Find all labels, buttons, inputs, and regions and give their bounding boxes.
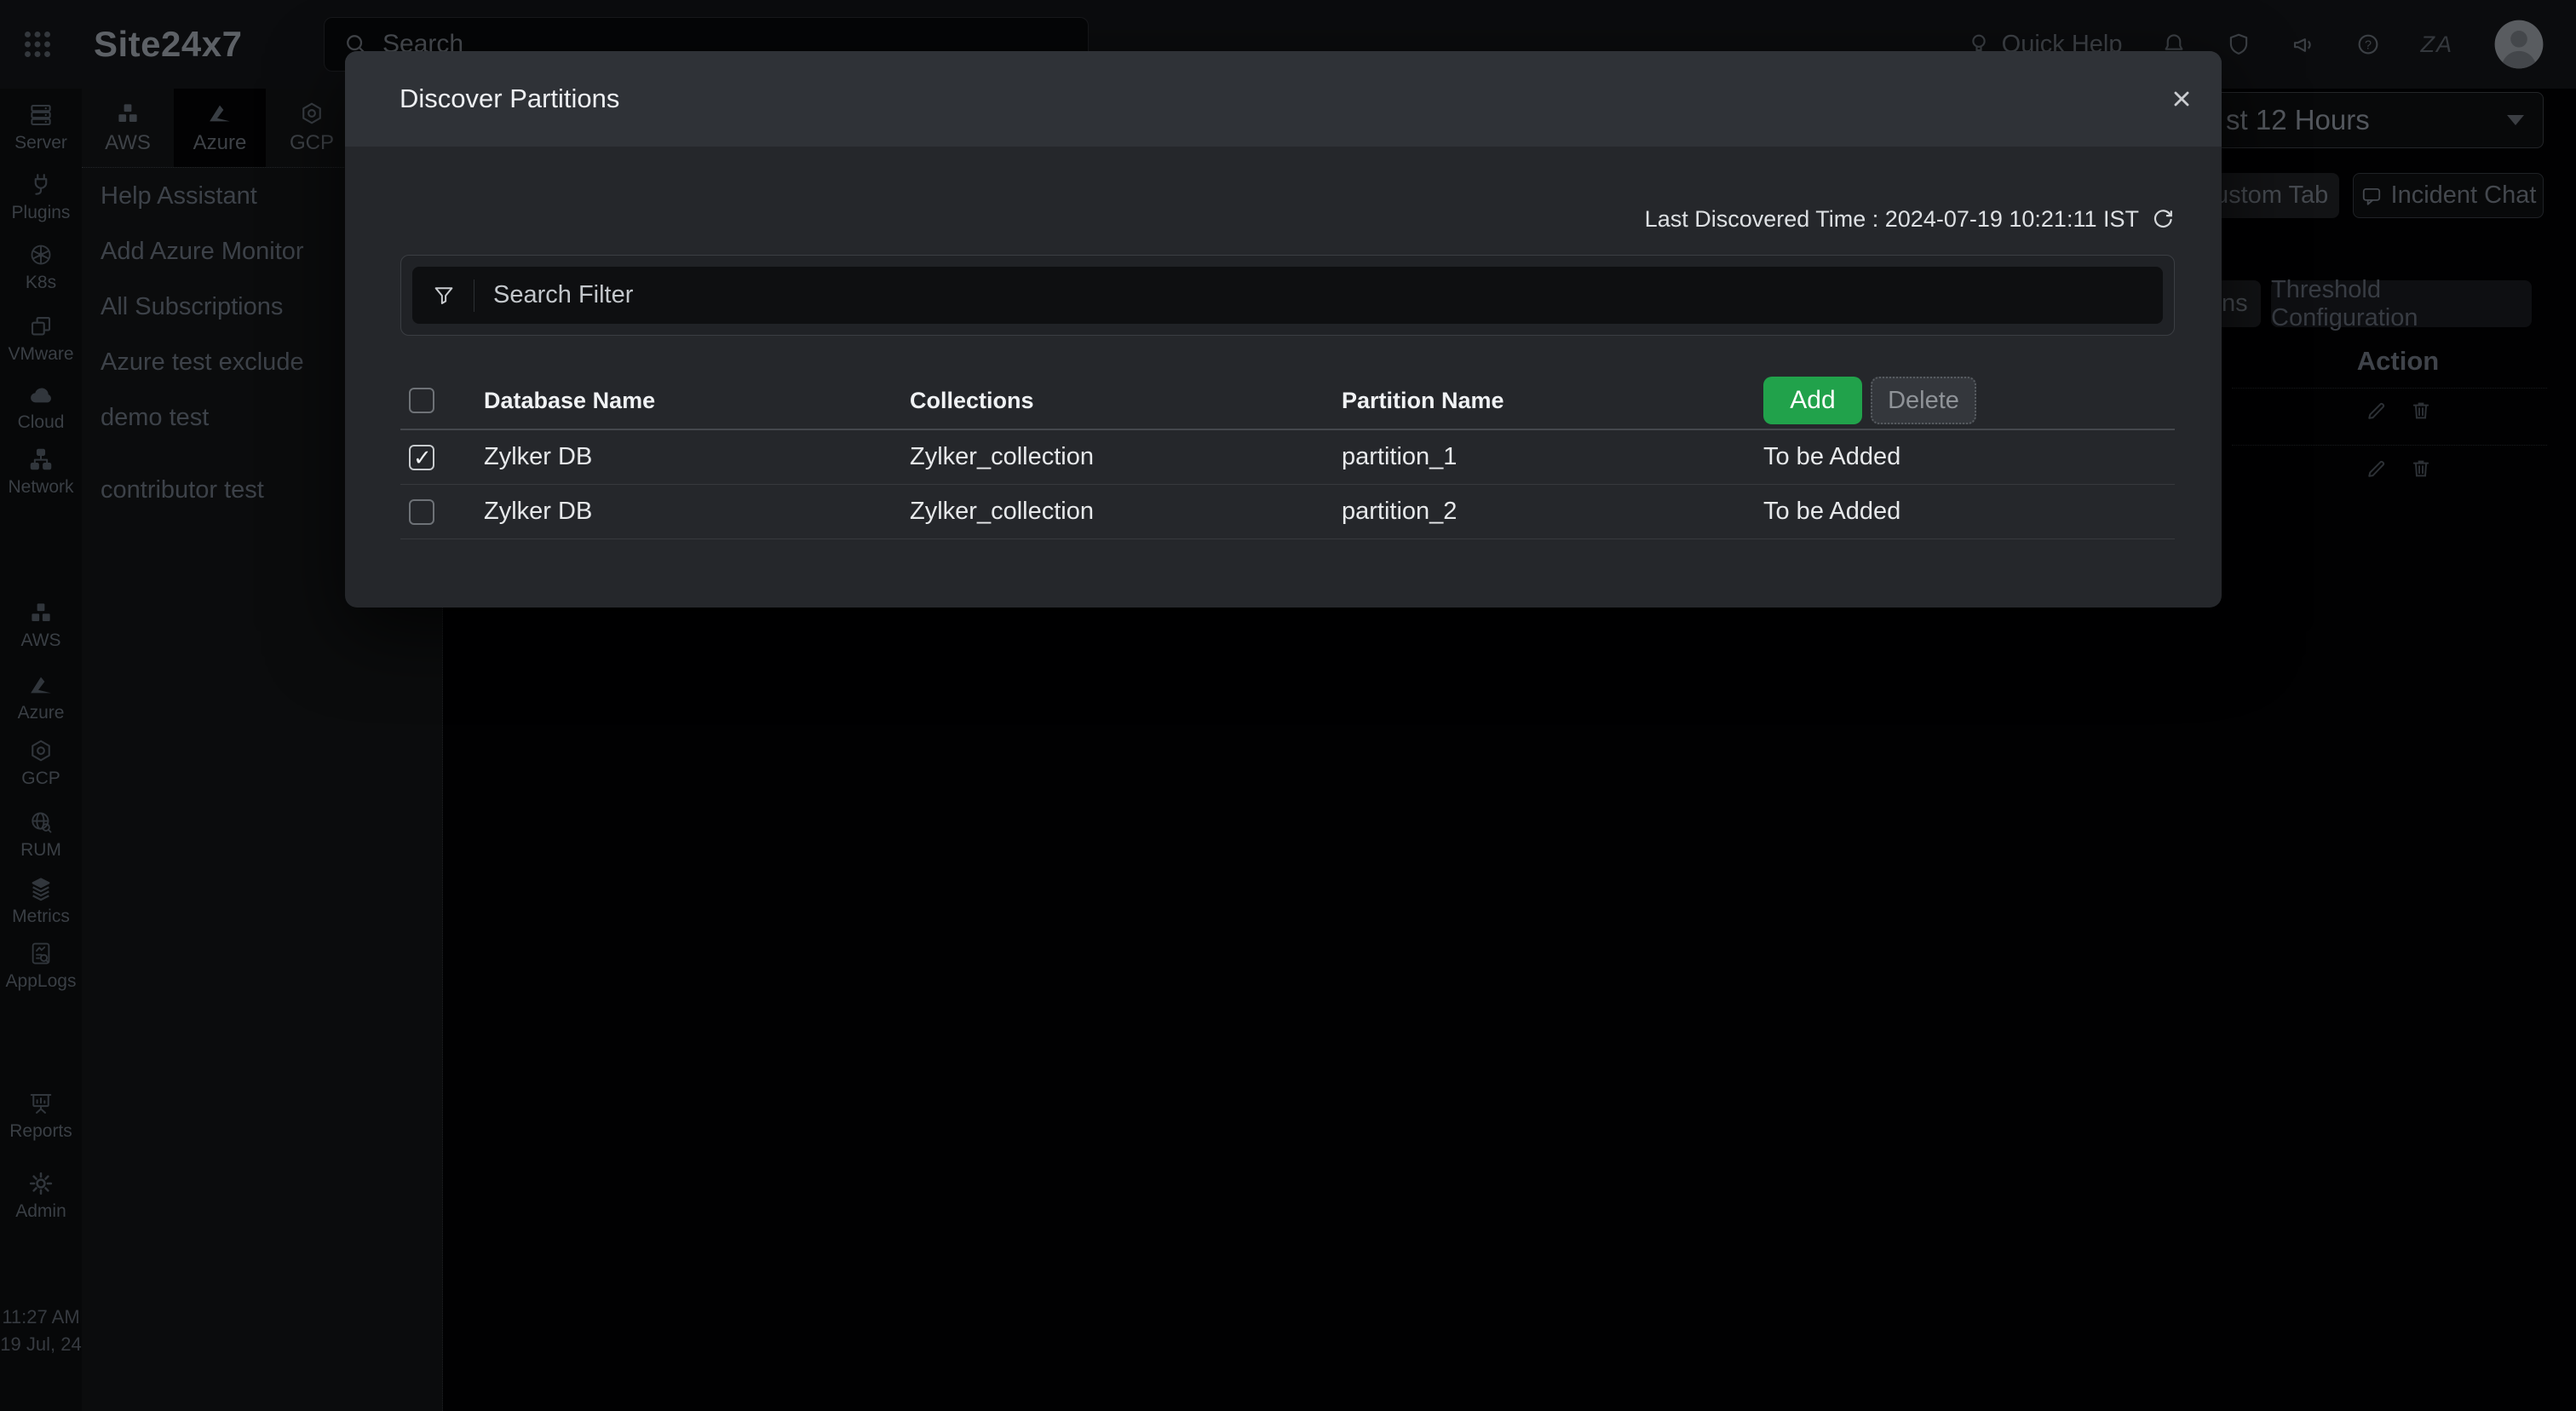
add-button[interactable]: Add [1763,377,1862,424]
row-divider [2232,445,2547,446]
sidebar-item-admin[interactable]: Admin [0,1171,82,1222]
aws-icon [115,101,141,126]
announcements-megaphone-icon[interactable] [2291,32,2316,57]
partitions-table: Database Name Collections Partition Name… [400,372,2175,539]
help-icon[interactable]: ? [2355,32,2381,57]
search-filter-box [400,255,2175,336]
trash-icon[interactable] [2409,457,2433,481]
chat-icon [2360,185,2383,207]
action-icons-row [2365,457,2433,481]
sidebar-item-plugins[interactable]: Plugins [0,172,82,223]
user-avatar[interactable] [2493,18,2545,71]
clock-date: 19 Jul, 24 [0,1331,82,1358]
cell-status: To be Added [1763,498,2175,526]
sidebar-item-k8s[interactable]: K8s [0,242,82,293]
sidebar-clock: 11:27 AM 19 Jul, 24 [0,1304,82,1358]
tab-azure[interactable]: Azure [174,89,266,167]
filter-funnel-icon [431,283,457,308]
edit-pencil-icon[interactable] [2365,399,2389,423]
menu-item-demo-test[interactable]: demo test [101,402,209,433]
row-checkbox[interactable] [409,499,434,525]
discover-partitions-modal: Discover Partitions Last Discovered Time… [345,51,2222,608]
main-sidebar: Server Plugins K8s VMware Cloud Network [0,89,82,1411]
chevron-down-icon [2507,115,2524,125]
row-divider [2232,388,2547,389]
row-checkbox[interactable] [409,445,434,470]
table-row: Zylker DB Zylker_collection partition_2 … [400,485,2175,539]
sidebar-item-cloud[interactable]: Cloud [0,382,82,433]
gcp-icon [299,101,325,126]
sidebar-item-server[interactable]: Server [0,102,82,153]
sidebar-item-rum[interactable]: RUM [0,809,82,861]
cell-partition: partition_2 [1342,498,1763,526]
tab-gcp[interactable]: GCP [266,89,358,167]
sidebar-item-gcp[interactable]: GCP [0,738,82,789]
search-filter-field[interactable] [412,267,2163,324]
col-collections: Collections [910,388,1342,414]
menu-item-contributor-test[interactable]: contributor test [101,475,264,505]
trash-icon[interactable] [2409,399,2433,423]
cell-database: Zylker DB [484,498,910,526]
time-range-dropdown[interactable]: st 12 Hours [2210,92,2544,148]
cell-database: Zylker DB [484,443,910,471]
modal-title: Discover Partitions [400,84,619,114]
modal-header: Discover Partitions [345,51,2222,147]
svg-text:?: ? [2365,38,2372,52]
incident-chat-button[interactable]: Incident Chat [2353,173,2544,218]
clock-time: 11:27 AM [0,1304,82,1331]
menu-item-add-azure-monitor[interactable]: Add Azure Monitor [101,236,304,267]
custom-tab-button[interactable]: ustom Tab [2208,173,2339,218]
sidebar-item-vmware[interactable]: VMware [0,314,82,365]
sidebar-item-applogs[interactable]: AppLogs [0,941,82,992]
col-partition-name: Partition Name [1342,388,1763,414]
col-database-name: Database Name [484,388,910,414]
sidebar-item-network[interactable]: Network [0,446,82,498]
cell-collections: Zylker_collection [910,498,1342,526]
table-row: Zylker DB Zylker_collection partition_1 … [400,430,2175,485]
cell-partition: partition_1 [1342,443,1763,471]
delete-button[interactable]: Delete [1871,377,1976,424]
sidebar-item-azure[interactable]: Azure [0,672,82,723]
security-shield-icon[interactable] [2226,32,2251,57]
threshold-configuration-tab[interactable]: Threshold Configuration [2271,280,2532,327]
time-range-value: st 12 Hours [2226,104,2507,136]
menu-item-azure-test-exclude[interactable]: Azure test exclude [101,347,304,377]
menu-item-all-subscriptions[interactable]: All Subscriptions [101,291,283,322]
table-header-row: Database Name Collections Partition Name… [400,372,2175,430]
menu-item-help-assistant[interactable]: Help Assistant [101,181,257,211]
app-grid-icon[interactable] [22,29,53,60]
refresh-icon[interactable] [2151,208,2175,232]
azure-icon [207,101,233,126]
tab-aws[interactable]: AWS [82,89,174,167]
cell-status: To be Added [1763,443,2175,471]
close-icon[interactable] [2171,88,2193,110]
last-discovered-time: Last Discovered Time : 2024-07-19 10:21:… [1645,206,2175,233]
action-column-header: Action [2300,346,2496,377]
cloud-provider-tabs: AWS Azure GCP [82,89,358,167]
site24x7-logo: Site24x7 [94,27,242,61]
select-all-checkbox[interactable] [409,388,434,413]
sidebar-item-aws[interactable]: AWS [0,600,82,651]
sidebar-item-metrics[interactable]: Metrics [0,876,82,927]
action-icons-row [2365,399,2433,423]
zia-assistant-icon[interactable]: ZA [2420,32,2453,58]
cell-collections: Zylker_collection [910,443,1342,471]
edit-pencil-icon[interactable] [2365,457,2389,481]
search-filter-input[interactable] [474,281,2163,309]
sidebar-item-reports[interactable]: Reports [0,1091,82,1142]
